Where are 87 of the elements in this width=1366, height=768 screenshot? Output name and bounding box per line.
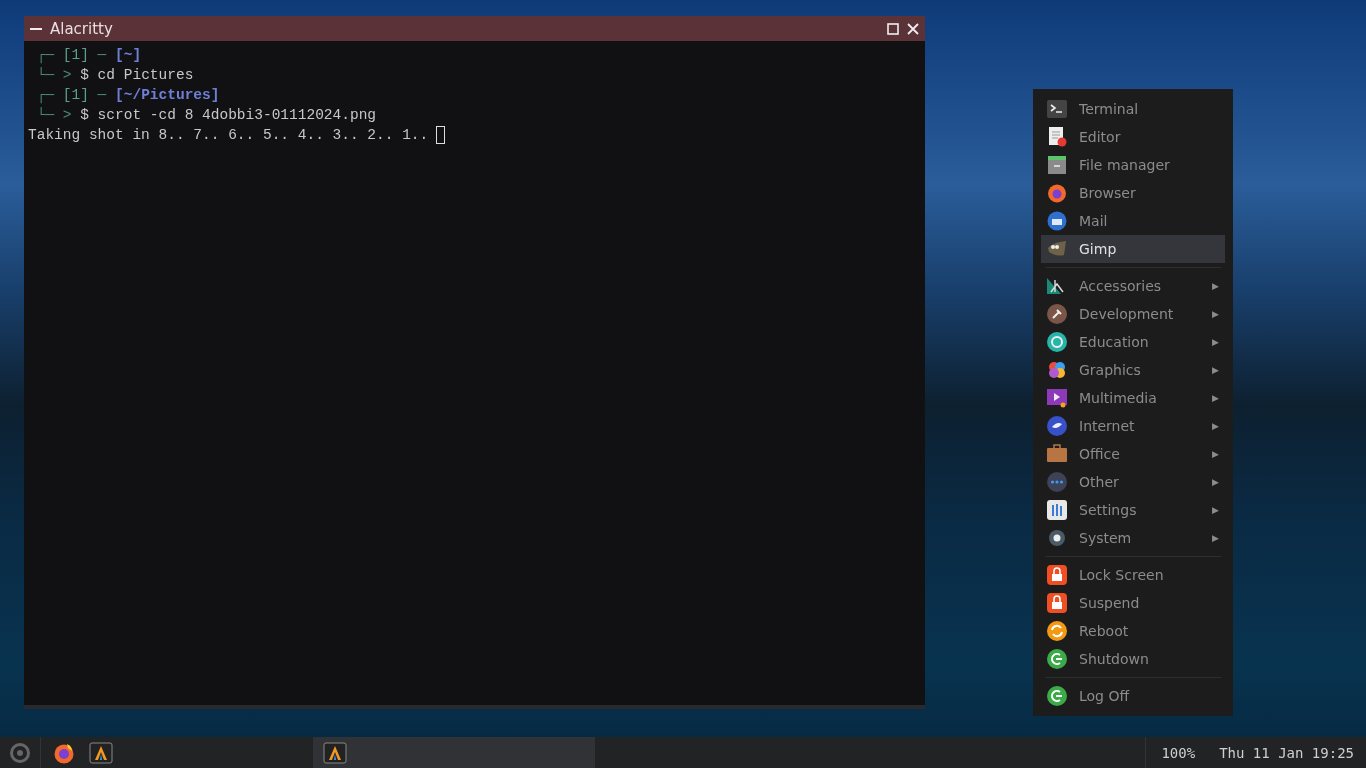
gear-icon — [1047, 528, 1067, 548]
video-icon — [1047, 388, 1067, 408]
menu-item[interactable]: Suspend — [1041, 589, 1225, 617]
submenu-arrow: ▶ — [1212, 421, 1219, 431]
maximize-icon[interactable] — [887, 22, 899, 35]
menu-item[interactable]: Education ▶ — [1041, 328, 1225, 356]
menu-item-label: Log Off — [1079, 688, 1131, 704]
command-line: └─ > $ cd Pictures — [35, 66, 194, 85]
menu-item-label: Browser — [1079, 185, 1137, 201]
menu-item[interactable]: System ▶ — [1041, 524, 1225, 552]
menu-item-label: Education — [1079, 334, 1150, 350]
paint-icon — [1047, 239, 1067, 259]
submenu-arrow: ▶ — [1212, 281, 1219, 291]
menu-item[interactable]: Office ▶ — [1041, 440, 1225, 468]
color-petals-icon — [1047, 360, 1067, 380]
lock-icon — [1047, 565, 1067, 585]
dots-icon — [1047, 472, 1067, 492]
menu-item-label: Lock Screen — [1079, 567, 1165, 583]
sliders-icon — [1047, 500, 1067, 520]
menu-item[interactable]: File manager — [1041, 151, 1225, 179]
menu-item-label: Graphics — [1079, 362, 1142, 378]
menu-item-label: System — [1079, 530, 1133, 546]
submenu-arrow: ▶ — [1212, 393, 1219, 403]
atom-icon — [1047, 332, 1067, 352]
menu-item[interactable]: Multimedia ▶ — [1041, 384, 1225, 412]
menu-item[interactable]: Internet ▶ — [1041, 412, 1225, 440]
submenu-arrow: ▶ — [1212, 477, 1219, 487]
menu-item-label: Reboot — [1079, 623, 1130, 639]
menu-item[interactable]: Development ▶ — [1041, 300, 1225, 328]
menu-item[interactable]: Shutdown — [1041, 645, 1225, 673]
menu-item-label: Internet — [1079, 418, 1136, 434]
output-line: Taking shot in 8.. 7.. 6.. 5.. 4.. 3.. 2.. 1.. — [28, 126, 429, 145]
folder-icon — [1047, 155, 1067, 175]
text-cursor — [436, 126, 446, 144]
menu-item[interactable]: Gimp — [1041, 235, 1225, 263]
submenu-arrow: ▶ — [1212, 449, 1219, 459]
close-icon[interactable] — [907, 22, 919, 35]
menu-item-label: Suspend — [1079, 595, 1141, 611]
submenu-arrow: ▶ — [1212, 365, 1219, 375]
menu-item[interactable]: Editor — [1041, 123, 1225, 151]
prompt-line: ┌─ [1] ─ [~] — [35, 46, 142, 65]
terminal-app-icon[interactable] — [323, 741, 347, 764]
menu-item[interactable]: Graphics ▶ — [1041, 356, 1225, 384]
menu-item[interactable]: Accessories ▶ — [1041, 272, 1225, 300]
menu-item-label: Office — [1079, 446, 1121, 462]
refresh-icon — [1047, 621, 1067, 641]
terminal-app-icon[interactable] — [89, 741, 113, 764]
clock: Thu 11 Jan 19:25 — [1219, 744, 1354, 761]
prompt-line: ┌─ [1] ─ [~/Pictures] — [35, 86, 220, 105]
command-line: └─ > $ scrot -cd 8 4dobbi3-01112024.png — [35, 106, 377, 125]
logout-icon — [1047, 686, 1067, 706]
submenu-arrow: ▶ — [1212, 309, 1219, 319]
menu-item[interactable]: Reboot — [1041, 617, 1225, 645]
browser-icon[interactable] — [53, 741, 75, 764]
briefcase-icon — [1047, 444, 1067, 464]
menu-item-label: Multimedia — [1079, 390, 1158, 406]
document-icon — [1047, 127, 1067, 147]
window-title: Alacritty — [50, 19, 114, 38]
terminal-icon — [1047, 99, 1067, 119]
menu-item[interactable]: Log Off — [1041, 682, 1225, 710]
browser-icon — [1047, 183, 1067, 203]
menu-item-label: File manager — [1079, 157, 1171, 173]
hammer-icon — [1047, 304, 1067, 324]
menu-item[interactable]: Settings ▶ — [1041, 496, 1225, 524]
submenu-arrow: ▶ — [1212, 337, 1219, 347]
mail-icon — [1047, 211, 1067, 231]
menu-item[interactable]: Terminal — [1041, 95, 1225, 123]
menu-item-label: Editor — [1079, 129, 1122, 145]
lock-icon — [1047, 593, 1067, 613]
menu-item-label: Terminal — [1079, 101, 1140, 117]
globe-icon — [1047, 416, 1067, 436]
submenu-arrow: ▶ — [1212, 505, 1219, 515]
menu-item-label: Accessories — [1079, 278, 1163, 294]
menu-item-label: Shutdown — [1079, 651, 1150, 667]
menu-item[interactable]: Mail — [1041, 207, 1225, 235]
launcher-icon[interactable] — [9, 741, 31, 764]
menu-item[interactable]: Browser — [1041, 179, 1225, 207]
battery-level: 100% — [1161, 744, 1196, 761]
menu-item[interactable]: Lock Screen — [1041, 561, 1225, 589]
submenu-arrow: ▶ — [1212, 533, 1219, 543]
menu-item-label: Other — [1079, 474, 1120, 490]
menu-item-label: Gimp — [1079, 241, 1118, 257]
menu-item[interactable]: Other ▶ — [1041, 468, 1225, 496]
menu-item-label: Development — [1079, 306, 1175, 322]
power-icon — [1047, 649, 1067, 669]
menu-item-label: Mail — [1079, 213, 1109, 229]
menu-item-label: Settings — [1079, 502, 1138, 518]
